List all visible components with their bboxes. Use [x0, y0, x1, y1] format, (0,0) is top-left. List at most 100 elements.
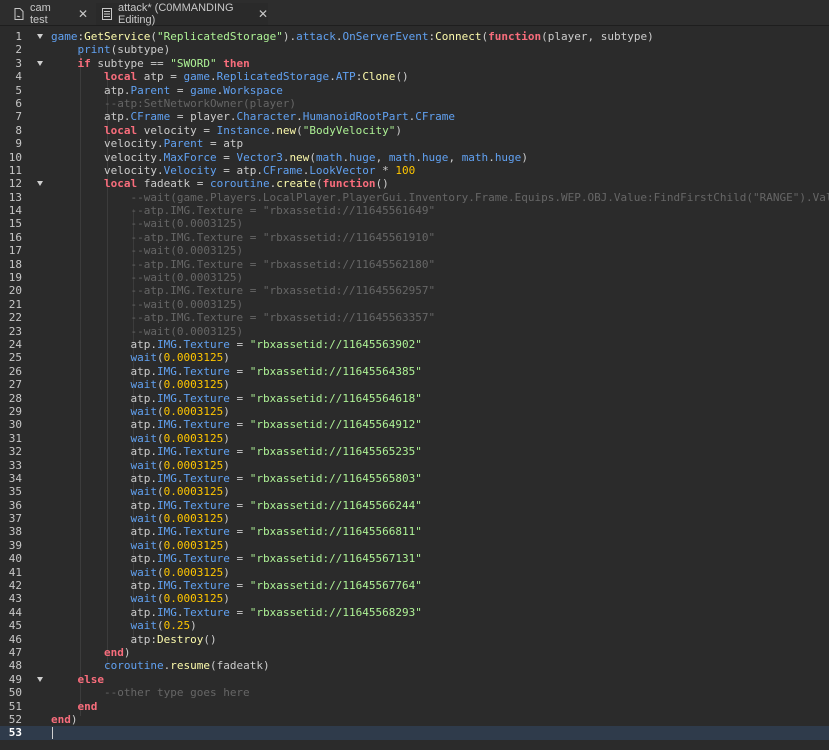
code-text: atp.IMG.Texture = "rbxassetid://11645564… [51, 391, 422, 405]
line-number: 14 [8, 204, 22, 218]
line-number: 46 [8, 632, 22, 646]
line-number: 31 [8, 431, 22, 445]
code-line[interactable]: 42 atp.IMG.Texture = "rbxassetid://11645… [0, 579, 829, 592]
code-line[interactable]: 8 local velocity = Instance.new("BodyVel… [0, 124, 829, 137]
line-number: 49 [8, 672, 22, 686]
code-line[interactable]: 7 atp.CFrame = player.Character.Humanoid… [0, 110, 829, 123]
code-text: --atp:SetNetworkOwner(player) [103, 96, 297, 110]
code-text: end) [51, 712, 78, 726]
code-line[interactable]: 27 wait(0.0003125) [0, 378, 829, 391]
code-text: wait(0.0003125) [130, 512, 230, 526]
line-number: 11 [8, 163, 22, 177]
code-line[interactable]: 39 wait(0.0003125) [0, 539, 829, 552]
line-number: 4 [15, 70, 22, 84]
fold-arrow-icon[interactable] [37, 60, 43, 66]
code-line[interactable]: 4 local atp = game.ReplicatedStorage.ATP… [0, 70, 829, 83]
code-line[interactable]: 28 atp.IMG.Texture = "rbxassetid://11645… [0, 392, 829, 405]
tab-cam-test[interactable]: cam test ✕ [8, 2, 88, 26]
code-line[interactable]: 3 if subtype == "SWORD" then [0, 57, 829, 70]
line-number: 40 [8, 552, 22, 566]
line-number: 1 [15, 30, 22, 43]
code-line[interactable]: 11 velocity.Velocity = atp.CFrame.LookVe… [0, 164, 829, 177]
code-line[interactable]: 44 atp.IMG.Texture = "rbxassetid://11645… [0, 606, 829, 619]
code-line[interactable]: 35 wait(0.0003125) [0, 485, 829, 498]
line-number: 9 [15, 137, 22, 151]
code-line[interactable]: 26 atp.IMG.Texture = "rbxassetid://11645… [0, 365, 829, 378]
code-line[interactable]: 13 --wait(game.Players.LocalPlayer.Playe… [0, 191, 829, 204]
code-line[interactable]: 51 end [0, 700, 829, 713]
code-text: wait(0.0003125) [130, 458, 230, 472]
code-line[interactable]: 10 velocity.MaxForce = Vector3.new(math.… [0, 151, 829, 164]
code-line[interactable]: 40 atp.IMG.Texture = "rbxassetid://11645… [0, 552, 829, 565]
code-text: else [77, 672, 105, 686]
code-line[interactable]: 41 wait(0.0003125) [0, 566, 829, 579]
fold-arrow-icon[interactable] [37, 676, 43, 682]
code-line[interactable]: 52 end) [0, 713, 829, 726]
code-line[interactable]: 12 local fadeatk = coroutine.create(func… [0, 177, 829, 190]
line-number: 51 [8, 699, 22, 713]
code-line[interactable]: 36 atp.IMG.Texture = "rbxassetid://11645… [0, 499, 829, 512]
code-line[interactable]: 49 else [0, 673, 829, 686]
code-line[interactable]: 38 atp.IMG.Texture = "rbxassetid://11645… [0, 525, 829, 538]
code-line[interactable]: 48 coroutine.resume(fadeatk) [0, 659, 829, 672]
code-line[interactable]: 47 end) [0, 646, 829, 659]
code-line[interactable]: 46 atp:Destroy() [0, 633, 829, 646]
code-line[interactable]: 20 --atp.IMG.Texture = "rbxassetid://116… [0, 284, 829, 297]
code-line[interactable]: 45 wait(0.25) [0, 619, 829, 632]
code-line[interactable]: 25 wait(0.0003125) [0, 351, 829, 364]
code-text: --atp.IMG.Texture = "rbxassetid://116455… [130, 311, 436, 325]
code-line[interactable]: 30 atp.IMG.Texture = "rbxassetid://11645… [0, 418, 829, 431]
code-line[interactable]: 14 --atp.IMG.Texture = "rbxassetid://116… [0, 204, 829, 217]
code-line[interactable]: 43 wait(0.0003125) [0, 592, 829, 605]
tab-label: cam test [30, 2, 51, 26]
code-line[interactable]: 16 --atp.IMG.Texture = "rbxassetid://116… [0, 231, 829, 244]
code-line[interactable]: 24 atp.IMG.Texture = "rbxassetid://11645… [0, 338, 829, 351]
code-text: atp.IMG.Texture = "rbxassetid://11645564… [51, 418, 422, 432]
code-line[interactable]: 6 --atp:SetNetworkOwner(player) [0, 97, 829, 110]
code-text: --wait(0.0003125) [130, 324, 244, 338]
code-line[interactable]: 15 --wait(0.0003125) [0, 217, 829, 230]
code-line[interactable]: 9 velocity.Parent = atp [0, 137, 829, 150]
code-line[interactable]: 29 wait(0.0003125) [0, 405, 829, 418]
fold-arrow-icon[interactable] [37, 181, 43, 187]
line-number: 44 [8, 605, 22, 619]
tab-label: attack* (C0MMANDING Editing) [118, 2, 234, 26]
line-number: 33 [8, 458, 22, 472]
code-line[interactable]: 50 --other type goes here [0, 686, 829, 699]
code-line[interactable]: 18 --atp.IMG.Texture = "rbxassetid://116… [0, 258, 829, 271]
close-icon[interactable]: ✕ [78, 7, 88, 21]
code-line[interactable]: 19 --wait(0.0003125) [0, 271, 829, 284]
code-line[interactable]: 31 wait(0.0003125) [0, 432, 829, 445]
line-number: 52 [8, 712, 22, 726]
line-number: 34 [8, 471, 22, 485]
line-number: 3 [15, 56, 22, 70]
code-text: velocity.MaxForce = Vector3.new(math.hug… [51, 150, 528, 164]
code-line[interactable]: 23 --wait(0.0003125) [0, 325, 829, 338]
code-line[interactable]: 5 atp.Parent = game.Workspace [0, 84, 829, 97]
code-line[interactable]: 37 wait(0.0003125) [0, 512, 829, 525]
line-number: 13 [8, 190, 22, 204]
code-text: end [77, 699, 98, 713]
code-line[interactable]: 21 --wait(0.0003125) [0, 298, 829, 311]
code-line[interactable]: 33 wait(0.0003125) [0, 459, 829, 472]
close-icon[interactable]: ✕ [258, 7, 268, 21]
code-line[interactable]: 22 --atp.IMG.Texture = "rbxassetid://116… [0, 311, 829, 324]
tab-attack[interactable]: attack* (C0MMANDING Editing) ✕ [96, 2, 268, 26]
line-number: 37 [8, 512, 22, 526]
document-icon [102, 8, 112, 20]
code-line[interactable]: 2 print(subtype) [0, 43, 829, 56]
code-line[interactable]: 17 --wait(0.0003125) [0, 244, 829, 257]
code-line[interactable]: 53 [0, 726, 829, 740]
code-line[interactable]: 32 atp.IMG.Texture = "rbxassetid://11645… [0, 445, 829, 458]
code-editor[interactable]: 1 game:GetService("ReplicatedStorage").at… [0, 26, 829, 750]
line-number: 28 [8, 391, 22, 405]
code-line[interactable]: 1 game:GetService("ReplicatedStorage").at… [0, 30, 829, 43]
fold-arrow-icon[interactable] [37, 34, 43, 39]
line-number: 21 [8, 297, 22, 311]
code-line[interactable]: 34 atp.IMG.Texture = "rbxassetid://11645… [0, 472, 829, 485]
line-number: 41 [8, 565, 22, 579]
code-text: atp.IMG.Texture = "rbxassetid://11645563… [51, 337, 422, 351]
line-number: 16 [8, 230, 22, 244]
code-text: wait(0.0003125) [130, 404, 230, 418]
code-text: wait(0.0003125) [130, 431, 230, 445]
